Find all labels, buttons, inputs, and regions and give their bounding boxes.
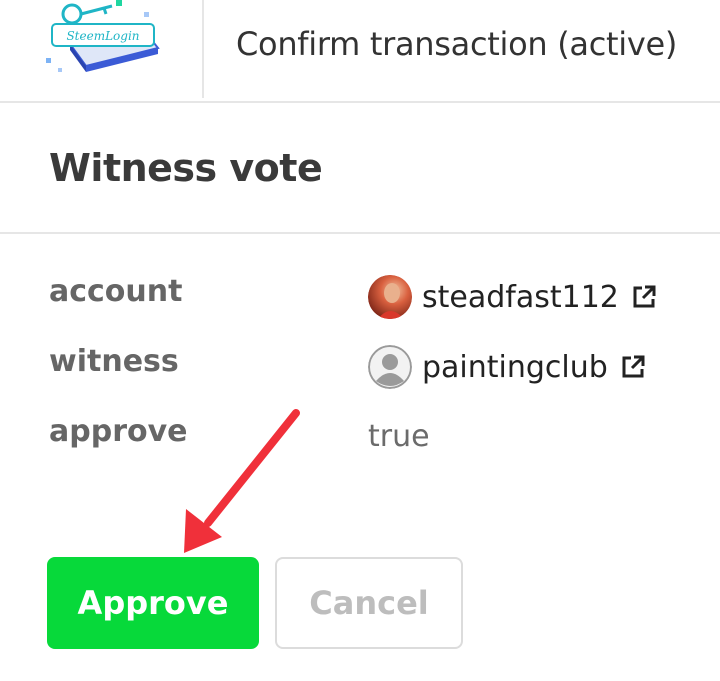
field-label-witness: witness — [49, 344, 179, 379]
page-title: Confirm transaction (active) — [236, 25, 678, 63]
field-label-account: account — [49, 274, 183, 309]
field-value-approve: true — [368, 418, 430, 454]
external-link-icon[interactable] — [620, 354, 646, 380]
header-divider — [202, 0, 204, 98]
annotation-arrow-icon — [184, 409, 300, 553]
field-value-witness: paintingclub — [368, 343, 646, 391]
steemlogin-logo: SteemLogin — [46, 0, 160, 72]
confirm-transaction-page: SteemLogin Confirm transaction (active) … — [0, 0, 720, 681]
operation-title: Witness vote — [49, 146, 323, 190]
logo-wordmark: SteemLogin — [66, 29, 139, 43]
external-link-icon[interactable] — [631, 284, 657, 310]
account-avatar — [368, 275, 412, 319]
field-value-account: steadfast112 — [368, 273, 657, 321]
section-divider — [0, 232, 720, 234]
account-name-link[interactable]: steadfast112 — [422, 280, 619, 315]
field-label-approve: approve — [49, 414, 188, 449]
witness-name-link[interactable]: paintingclub — [422, 350, 608, 385]
cancel-button[interactable]: Cancel — [275, 557, 463, 649]
user-icon — [368, 345, 412, 389]
header: SteemLogin Confirm transaction (active) — [0, 0, 720, 103]
approve-button[interactable]: Approve — [47, 557, 259, 649]
